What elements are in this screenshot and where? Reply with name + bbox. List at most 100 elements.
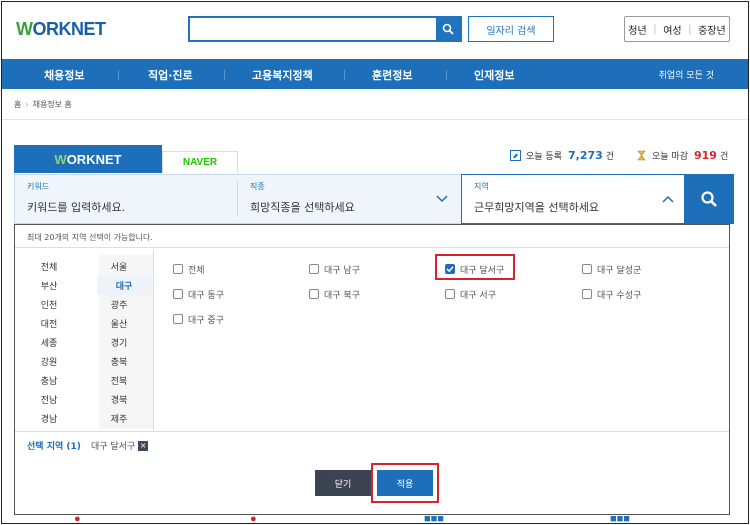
apply-button[interactable]: 적용 — [377, 470, 433, 496]
partner-logo[interactable]: ■■■ — [610, 513, 630, 523]
worknet-logo[interactable]: WORKNET — [16, 19, 106, 40]
job-search-button[interactable]: 일자리 검색 — [468, 16, 554, 42]
region-item[interactable]: 경남 — [27, 409, 71, 428]
subregion-checkbox[interactable]: 대구 북구 — [309, 287, 360, 301]
remove-chip-icon[interactable]: × — [138, 440, 149, 451]
subregion-label: 대구 남구 — [324, 265, 360, 276]
subregion-checkbox[interactable]: 대구 동구 — [173, 287, 224, 301]
quick-links: 청년 | 여성 | 중장년 — [624, 16, 730, 42]
chevron-down-icon — [436, 195, 448, 203]
subregion-checkbox[interactable]: 대구 수성구 — [582, 287, 641, 301]
checkbox[interactable] — [309, 289, 319, 299]
checkbox[interactable] — [173, 314, 183, 324]
region-item[interactable]: 제주 — [97, 409, 141, 428]
today-closing-stat: 오늘 마감 919 건 — [636, 149, 728, 162]
subregion-checkbox[interactable]: 대구 달성군 — [582, 262, 641, 276]
nav-item-welfare-policy[interactable]: 고용복지정책 — [252, 67, 313, 83]
document-icon — [510, 150, 521, 161]
quick-link-women[interactable]: 여성 — [663, 22, 681, 37]
region-item[interactable]: 세종 — [27, 333, 71, 352]
region-limit-note: 최대 20개의 지역 선택이 가능합니다. — [27, 233, 153, 242]
region-select[interactable]: 근무희망지역을 선택하세요 — [474, 199, 674, 215]
region-item[interactable]: 전남 — [27, 390, 71, 409]
region-item[interactable]: 충남 — [27, 371, 71, 390]
tab-worknet[interactable]: W ORKNET — [14, 145, 162, 173]
selected-region-text: 대구 달서구 — [91, 442, 136, 452]
region-item[interactable]: 광주 — [97, 295, 141, 314]
today-closing-count: 919 — [693, 149, 717, 162]
subregion-label: 대구 달성군 — [597, 265, 642, 276]
search-icon — [701, 191, 717, 207]
region-item[interactable]: 울산 — [97, 314, 141, 333]
nav-divider — [118, 70, 119, 80]
divider — [15, 247, 729, 248]
global-search-button[interactable] — [436, 18, 460, 40]
divider: | — [653, 23, 657, 35]
region-label: 지역 — [474, 182, 489, 191]
subregion-checkbox[interactable]: 대구 중구 — [173, 312, 224, 326]
region-item[interactable]: 서울 — [97, 257, 141, 276]
today-registered-stat: 오늘 등록 7,273 건 — [510, 149, 614, 162]
occupation-select[interactable]: 희망직종을 선택하세요 — [250, 199, 448, 215]
tab-naver[interactable]: NAVER — [162, 151, 238, 173]
region-item[interactable]: 강원 — [27, 352, 71, 371]
checkbox[interactable] — [173, 264, 183, 274]
subregion-label: 전체 — [188, 265, 205, 276]
chevron-right-icon: › — [25, 100, 29, 109]
region-item-selected[interactable]: 대구 — [97, 276, 151, 295]
today-registered-label: 오늘 등록 — [526, 152, 562, 162]
partner-logo[interactable]: ● — [250, 513, 257, 523]
quick-link-youth[interactable]: 청년 — [628, 22, 646, 37]
global-search-input[interactable] — [190, 18, 434, 40]
subregion-label: 대구 중구 — [188, 315, 224, 326]
region-item[interactable]: 경기 — [97, 333, 141, 352]
nav-all-link[interactable]: 취업의 모든 것 — [659, 68, 714, 81]
subregion-checkbox[interactable]: 대구 남구 — [309, 262, 360, 276]
nav-item-training[interactable]: 훈련정보 — [372, 67, 412, 83]
checkbox-checked[interactable] — [445, 264, 455, 274]
checkbox[interactable] — [445, 289, 455, 299]
checkbox[interactable] — [173, 289, 183, 299]
region-item[interactable]: 충북 — [97, 352, 141, 371]
divider: | — [688, 23, 692, 35]
hourglass-icon — [636, 150, 647, 161]
region-item[interactable]: 전북 — [97, 371, 141, 390]
subregion-label: 대구 동구 — [188, 290, 224, 301]
breadcrumb: 홈 › 채용정보 홈 — [14, 99, 72, 110]
region-field[interactable]: 지역 근무희망지역을 선택하세요 — [461, 174, 687, 224]
job-search-submit-button[interactable] — [684, 174, 734, 224]
region-picker-popup: 최대 20개의 지역 선택이 가능합니다. 전체 부산 인천 대전 세종 강원 … — [14, 224, 730, 515]
nav-item-talent[interactable]: 인재정보 — [474, 67, 514, 83]
close-button[interactable]: 닫기 — [315, 470, 371, 496]
region-item[interactable]: 대전 — [27, 314, 71, 333]
occupation-field[interactable]: 직종 희망직종을 선택하세요 — [238, 175, 460, 223]
region-item[interactable]: 인천 — [27, 295, 71, 314]
check-icon — [446, 266, 454, 273]
quick-link-middle-aged[interactable]: 중장년 — [698, 22, 726, 37]
subregion-checkbox-checked[interactable]: 대구 달서구 — [445, 262, 504, 276]
region-item[interactable]: 전체 — [27, 257, 71, 276]
checkbox[interactable] — [309, 264, 319, 274]
partner-logo[interactable]: ● — [74, 513, 81, 523]
region-item[interactable]: 경북 — [97, 390, 141, 409]
subregion-label: 대구 달서구 — [460, 265, 505, 276]
keyword-field[interactable]: 키워드 키워드를 입력하세요. — [15, 175, 237, 223]
region-item[interactable]: 부산 — [27, 276, 71, 295]
partner-logos-strip: ● ● ■■■ ■■■ — [14, 513, 734, 523]
tab-worknet-mark: W — [54, 151, 67, 167]
logo-mark: W — [16, 19, 33, 39]
keyword-input[interactable]: 키워드를 입력하세요. — [27, 199, 225, 215]
partner-logo[interactable]: ■■■ — [424, 513, 444, 523]
search-icon — [442, 23, 454, 35]
nav-item-career[interactable]: 직업·진로 — [148, 67, 193, 83]
subregion-checkbox[interactable]: 대구 서구 — [445, 287, 496, 301]
checkbox[interactable] — [582, 264, 592, 274]
nav-divider — [446, 70, 447, 80]
breadcrumb-home[interactable]: 홈 — [14, 100, 21, 109]
nav-divider — [224, 70, 225, 80]
occupation-label: 직종 — [250, 182, 265, 191]
logo-text: ORKNET — [32, 19, 107, 39]
nav-item-jobs[interactable]: 채용정보 — [44, 67, 84, 83]
checkbox[interactable] — [582, 289, 592, 299]
subregion-checkbox[interactable]: 전체 — [173, 262, 205, 276]
